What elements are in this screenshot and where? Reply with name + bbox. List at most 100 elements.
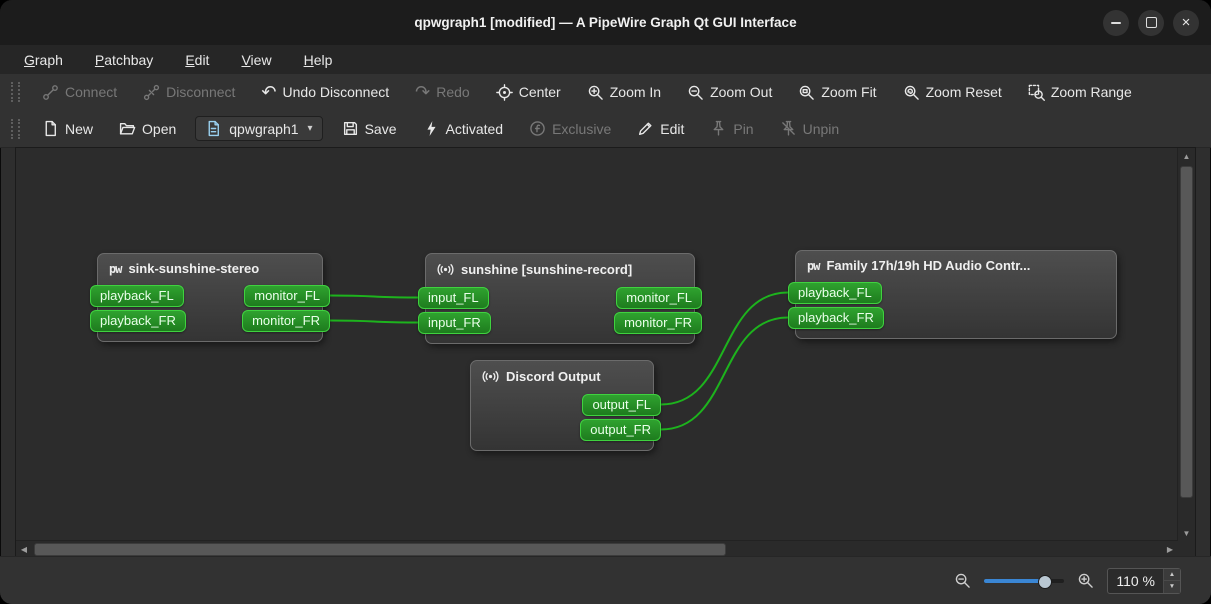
connection-wire[interactable] [329, 319, 419, 324]
zoom-slider-handle[interactable] [1038, 574, 1053, 589]
toolbar-button-label: Zoom Reset [925, 84, 1002, 100]
connection-wire[interactable] [329, 294, 419, 299]
node-sink[interactable]: pw sink-sunshine-stereo playback_FL monitor… [90, 253, 330, 342]
node-title: sunshine [sunshine-record] [461, 262, 633, 277]
port-output_FL[interactable]: output_FL [582, 393, 661, 416]
toolbar-button-edit[interactable]: Edit [630, 116, 691, 141]
port-monitor_FR[interactable]: monitor_FR [614, 311, 702, 334]
vertical-scroll-thumb[interactable] [1180, 166, 1193, 498]
toolbar-button-zoom-in[interactable]: Zoom In [580, 80, 668, 105]
toolbar-button-disconnect: Disconnect [136, 80, 242, 105]
port-input_FL[interactable]: input_FL [418, 286, 489, 309]
redo-icon: ↷ [415, 81, 431, 102]
toolbar-button-label: Edit [660, 120, 685, 137]
node-title: Discord Output [506, 369, 601, 384]
toolbar-button-undo-disconnect[interactable]: ↶ Undo Disconnect [254, 80, 396, 105]
disconnect-icon [143, 84, 160, 101]
zoom-spinbox[interactable]: 110 % ▲ ▼ [1107, 567, 1181, 594]
toolbar-button-activated[interactable]: Activated [416, 116, 511, 141]
window-controls: × [1103, 0, 1199, 45]
toolbar-button-center[interactable]: Center [489, 80, 568, 105]
node-family[interactable]: pw Family 17h/19h HD Audio Contr... playba… [788, 250, 1117, 339]
port-playback_FL[interactable]: playback_FL [788, 281, 882, 304]
toolbar-button-label: Open [142, 120, 177, 137]
menu-help[interactable]: Help [294, 49, 343, 71]
port-monitor_FR[interactable]: monitor_FR [242, 309, 330, 332]
exclusive-icon [529, 120, 546, 137]
port-playback_FR[interactable]: playback_FR [788, 306, 884, 329]
toolbar-button-zoom-fit[interactable]: Zoom Fit [791, 80, 883, 105]
node-sunshine[interactable]: sunshine [sunshine-record] input_FL monito… [418, 253, 702, 344]
toolbar-button-label: Zoom Range [1050, 84, 1132, 100]
toolbar-drag-handle[interactable] [11, 118, 20, 139]
minimize-button[interactable] [1103, 9, 1129, 36]
scroll-down-button[interactable]: ▼ [1178, 525, 1195, 541]
zoom-out-icon [954, 572, 971, 589]
graph-view: pw sink-sunshine-stereo playback_FL monitor… [15, 147, 1196, 559]
port-row: playback_FR [788, 305, 1124, 330]
node-header: Discord Output [471, 367, 653, 388]
port-row: playback_FR monitor_FR [90, 308, 330, 333]
zoom-out-icon[interactable] [954, 572, 971, 589]
toolbar-button-label: Connect [65, 84, 118, 100]
port-monitor_FL[interactable]: monitor_FL [244, 284, 330, 307]
edit-pencil-icon [637, 120, 654, 137]
zoom-slider[interactable] [984, 573, 1065, 589]
toolbar-drag-handle[interactable] [11, 82, 20, 102]
zoom-in-icon[interactable] [1077, 572, 1094, 589]
toolbar-button-zoom-out[interactable]: Zoom Out [680, 80, 779, 105]
toolbar-button-save[interactable]: Save [335, 116, 404, 141]
toolbar-button-zoom-range[interactable]: Zoom Range [1021, 80, 1139, 105]
pin-icon [710, 120, 727, 137]
toolbar-button-label: Zoom Out [710, 84, 773, 100]
toolbar-graph: Connect Disconnect ↶ Undo Disconnect ↷ Redo Ce… [0, 74, 1211, 111]
maximize-button[interactable] [1138, 9, 1164, 36]
port-playback_FR[interactable]: playback_FR [90, 309, 186, 332]
open-folder-icon [119, 120, 136, 137]
port-row: output_FR [463, 417, 661, 442]
toolbar-button-label: Save [364, 120, 397, 137]
connection-wires [329, 291, 789, 431]
toolbar-button-label: Disconnect [166, 84, 236, 100]
toolbar-patchbay: New Open qpwgraph1 ▾ Save Activated Exclusive E… [0, 110, 1211, 148]
node-header: pw Family 17h/19h HD Audio Contr... [796, 257, 1116, 276]
toolbar-button-label: Center [518, 84, 561, 100]
menu-patchbay[interactable]: Patchbay [85, 49, 163, 71]
toolbar-button-connect: Connect [35, 80, 124, 105]
port-row: input_FL monitor_FL [418, 285, 702, 310]
toolbar-button-label: Exclusive [552, 120, 612, 137]
port-output_FR[interactable]: output_FR [580, 418, 661, 441]
center-icon [495, 83, 513, 101]
horizontal-scroll-thumb[interactable] [34, 543, 726, 556]
close-icon: × [1181, 14, 1191, 31]
activated-icon [423, 120, 440, 137]
zoom-percentage[interactable]: 110 % [1108, 569, 1163, 593]
toolbar-button-new[interactable]: New [35, 116, 100, 141]
port-input_FR[interactable]: input_FR [418, 311, 491, 334]
scroll-up-button[interactable]: ▲ [1178, 148, 1195, 164]
port-row: input_FR monitor_FR [418, 310, 702, 335]
zoom-spin-up-button[interactable]: ▲ [1164, 568, 1180, 581]
menu-edit[interactable]: Edit [175, 49, 219, 71]
close-button[interactable]: × [1173, 9, 1199, 36]
node-header: sunshine [sunshine-record] [426, 260, 694, 281]
toolbar-button-zoom-reset[interactable]: Zoom Reset [896, 80, 1009, 105]
menu-graph[interactable]: Graph [14, 49, 73, 71]
patchbay-file-icon [205, 120, 222, 137]
graph-canvas[interactable]: pw sink-sunshine-stereo playback_FL monitor… [16, 148, 1178, 541]
zoom-slider-fill [984, 578, 1045, 583]
toolbar-button-open[interactable]: Open [112, 116, 183, 141]
menu-view[interactable]: View [231, 49, 281, 71]
port-row: playback_FL monitor_FL [90, 283, 330, 308]
zoom-in-icon [587, 84, 604, 101]
titlebar[interactable]: qpwgraph1 [modified] — A PipeWire Graph … [0, 0, 1211, 46]
zoom-spin-down-button[interactable]: ▼ [1164, 581, 1180, 593]
node-title: Family 17h/19h HD Audio Contr... [826, 258, 1031, 273]
port-playback_FL[interactable]: playback_FL [90, 284, 184, 307]
port-row: playback_FL [788, 280, 1124, 305]
port-monitor_FL[interactable]: monitor_FL [616, 286, 702, 309]
vertical-scrollbar[interactable]: ▲ ▼ [1177, 148, 1195, 541]
node-discord[interactable]: Discord Output output_FL output_FR [470, 360, 661, 451]
patchbay-profile-select[interactable]: qpwgraph1 ▾ [195, 116, 323, 141]
maximize-icon [1145, 17, 1157, 28]
